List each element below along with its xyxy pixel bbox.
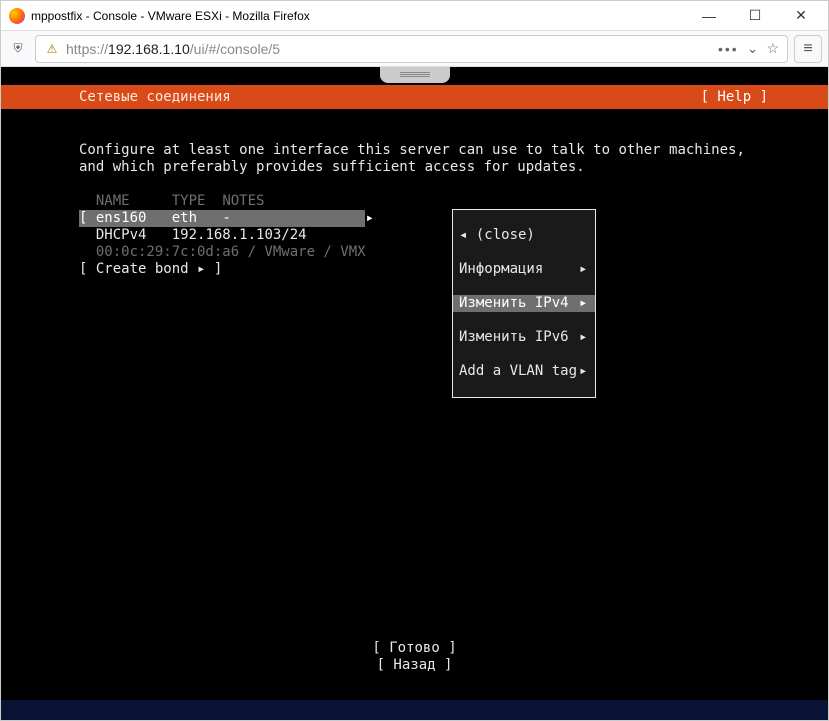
help-button[interactable]: [ Help ] [701, 89, 768, 105]
url-path: /ui/#/console/5 [190, 41, 280, 57]
interface-row[interactable]: [ ens160 eth - ▸ [79, 210, 365, 227]
bookmark-star-icon[interactable]: ☆ [766, 40, 779, 57]
url-bar[interactable]: ⚠ https://192.168.1.10/ui/#/console/5 ••… [35, 35, 788, 63]
instructions: Configure at least one interface this se… [79, 142, 745, 175]
pocket-icon[interactable]: ⌄ [747, 40, 759, 57]
minimize-button[interactable]: — [686, 2, 732, 30]
context-menu: ◂ (close) Информация▸ Изменить IPv4▸ Изм… [452, 209, 596, 398]
maximize-button[interactable]: ☐ [732, 2, 778, 30]
done-button[interactable]: [ Готово ] [372, 640, 456, 657]
vm-console[interactable]: Сетевые соединения [ Help ] Configure at… [1, 67, 828, 720]
grip-icon [400, 72, 430, 78]
window-title: mppostfix - Console - VMware ESXi - Mozi… [31, 9, 686, 23]
column-headers: NAME TYPE NOTES [79, 193, 264, 209]
window-controls: — ☐ ✕ [686, 2, 824, 30]
create-bond-button[interactable]: [ Create bond ▸ ] [79, 261, 222, 277]
lock-warning-icon: ⚠ [44, 41, 60, 57]
page-actions-icon[interactable]: ••• [718, 41, 739, 57]
screen-title: Сетевые соединения [79, 89, 701, 105]
url-scheme: https:// [66, 41, 108, 57]
menu-item-edit-ipv4[interactable]: Изменить IPv4▸ [453, 295, 595, 312]
tracking-shield-icon[interactable]: ⛨ [7, 38, 29, 60]
titlebar: mppostfix - Console - VMware ESXi - Mozi… [1, 1, 828, 31]
menu-item-edit-ipv6[interactable]: Изменить IPv6▸ [453, 329, 595, 346]
url-text: https://192.168.1.10/ui/#/console/5 [66, 41, 280, 57]
mac-line: 00:0c:29:7c:0d:a6 / VMware / VMX [96, 244, 366, 260]
hamburger-menu-button[interactable]: ≡ [794, 35, 822, 63]
bottom-buttons: [ Готово ] [ Назад ] [1, 640, 828, 674]
installer-body: Configure at least one interface this se… [1, 109, 828, 295]
browser-window: mppostfix - Console - VMware ESXi - Mozi… [0, 0, 829, 721]
firefox-icon [9, 8, 25, 24]
url-actions: ••• ⌄ ☆ [718, 40, 779, 57]
menu-item-info[interactable]: Информация▸ [453, 261, 595, 278]
installer-header: Сетевые соединения [ Help ] [1, 85, 828, 109]
toolbar: ⛨ ⚠ https://192.168.1.10/ui/#/console/5 … [1, 31, 828, 67]
menu-close[interactable]: ◂ (close) [453, 227, 595, 244]
dhcp-line: DHCPv4 192.168.1.103/24 [96, 227, 307, 243]
menu-item-add-vlan[interactable]: Add a VLAN tag▸ [453, 363, 595, 380]
console-handle[interactable] [380, 67, 450, 83]
status-strip [1, 700, 828, 720]
url-host: 192.168.1.10 [108, 41, 190, 57]
close-button[interactable]: ✕ [778, 2, 824, 30]
back-button[interactable]: [ Назад ] [377, 657, 453, 674]
